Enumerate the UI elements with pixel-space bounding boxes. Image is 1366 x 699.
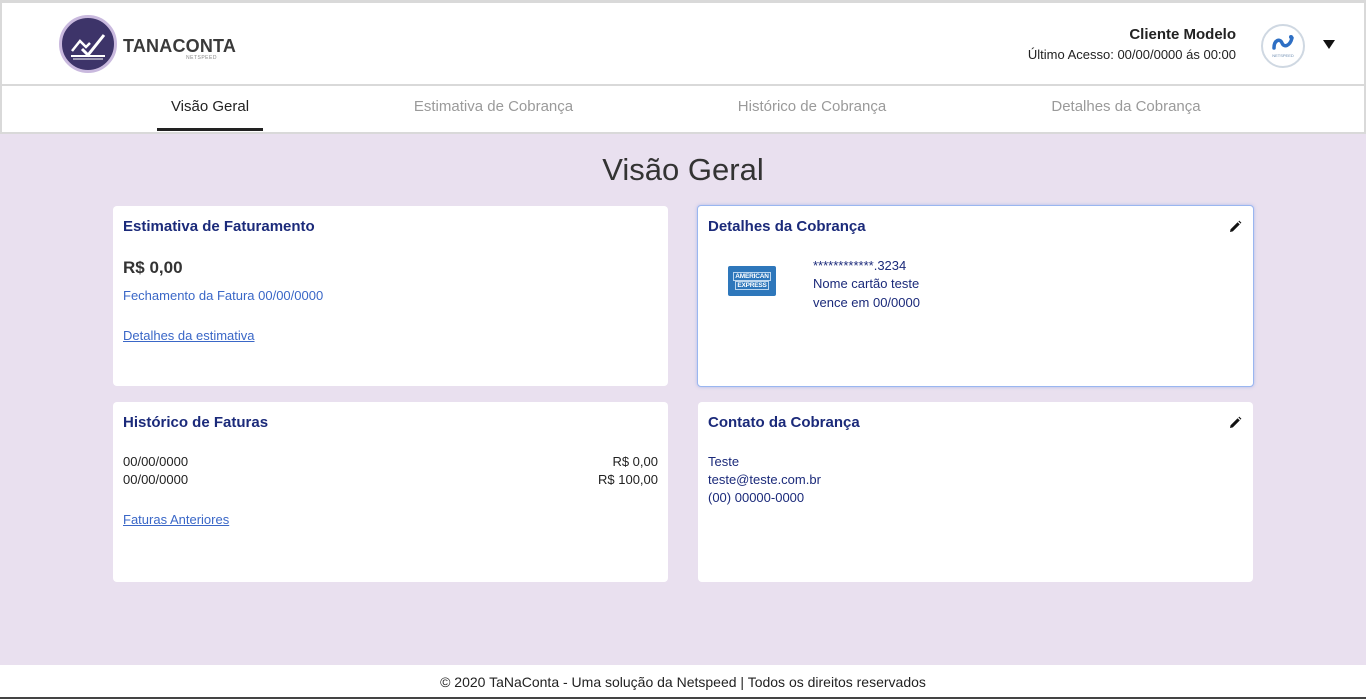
logo-subtext: NETSPEED [186, 55, 217, 61]
estimate-card-title: Estimativa de Faturamento [123, 218, 315, 235]
contact-name: Teste [708, 454, 740, 469]
billing-contact-card: Contato da Cobrança Teste teste@teste.co… [698, 402, 1253, 582]
logo-icon[interactable] [59, 15, 117, 73]
invoice-row-value: R$ 0,00 [612, 454, 658, 469]
amex-brand-line1: AMERICAN [733, 272, 771, 281]
previous-invoices-link[interactable]: Faturas Anteriores [123, 512, 229, 527]
top-header: TANACONTA NETSPEED Cliente Modelo Último… [0, 0, 1366, 86]
amex-card-icon: AMERICAN EXPRESS [728, 266, 776, 296]
estimate-card: Estimativa de Faturamento R$ 0,00 Fecham… [113, 206, 668, 386]
user-name: Cliente Modelo [1129, 26, 1236, 43]
invoice-row-date: 00/00/0000 [123, 472, 189, 487]
edit-billing-contact-button[interactable] [1228, 416, 1242, 430]
pencil-icon [1230, 220, 1242, 232]
amex-brand-line2: EXPRESS [735, 281, 769, 290]
invoice-history-card: Histórico de Faturas 00/00/0000 R$ 0,00 … [113, 402, 668, 582]
edit-billing-details-button[interactable] [1228, 220, 1242, 234]
tab-estimativa-cobranca[interactable]: Estimativa de Cobrança [402, 86, 585, 131]
estimate-amount: R$ 0,00 [123, 258, 183, 277]
billing-details-title: Detalhes da Cobrança [708, 218, 866, 235]
pencil-icon [1230, 416, 1242, 428]
invoice-history-title: Histórico de Faturas [123, 414, 269, 431]
user-menu-dropdown[interactable] [1322, 37, 1336, 51]
invoice-closing-date: Fechamento da Fatura 00/00/0000 [123, 288, 324, 303]
last-access: Último Acesso: 00/00/0000 ás 00:00 [1027, 47, 1236, 62]
billing-contact-title: Contato da Cobrança [708, 414, 860, 431]
card-expiry: vence em 00/0000 [813, 295, 920, 310]
contact-email: teste@teste.com.br [708, 472, 821, 487]
netspeed-logo-icon [1272, 35, 1294, 50]
nav-tabs: Visão Geral Estimativa de Cobrança Histó… [0, 86, 1366, 134]
logo-text: TANACONTA [123, 36, 237, 56]
main-content: Visão Geral Estimativa de Faturamento R$… [0, 134, 1366, 665]
tab-historico-cobranca[interactable]: Histórico de Cobrança [724, 86, 900, 131]
estimate-details-link[interactable]: Detalhes da estimativa [123, 328, 255, 343]
card-number: ************.3234 [813, 258, 907, 273]
contact-phone: (00) 00000-0000 [708, 490, 805, 505]
tab-visao-geral[interactable]: Visão Geral [157, 86, 263, 131]
page-title: Visão Geral [602, 152, 764, 187]
invoice-row-value: R$ 100,00 [598, 472, 658, 487]
billing-details-card: Detalhes da Cobrança AMERICAN EXPRESS **… [697, 205, 1254, 387]
avatar-label: NETSPEED [1272, 53, 1294, 58]
card-holder-name: Nome cartão teste [813, 276, 920, 291]
triangle-down-icon [1323, 40, 1335, 49]
avatar[interactable]: NETSPEED [1261, 24, 1305, 68]
tab-detalhes-cobranca[interactable]: Detalhes da Cobrança [1040, 86, 1212, 131]
footer: © 2020 TaNaConta - Uma solução da Netspe… [0, 665, 1366, 699]
invoice-row-date: 00/00/0000 [123, 454, 189, 469]
